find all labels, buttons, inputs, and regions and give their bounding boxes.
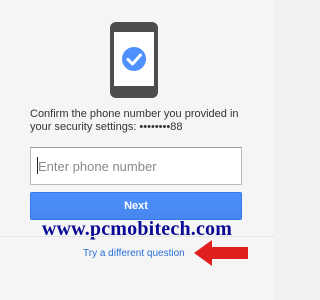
verification-page: Confirm the phone number you provided in…: [0, 0, 274, 300]
try-different-question-link[interactable]: Try a different question: [83, 248, 185, 259]
red-arrow-left-icon: [194, 240, 248, 266]
text-cursor: [37, 157, 38, 174]
next-button[interactable]: Next: [30, 192, 242, 220]
security-prompt: Confirm the phone number you provided in…: [30, 108, 239, 133]
phone-checkmark-icon: [110, 22, 158, 98]
phone-number-input[interactable]: [30, 147, 242, 185]
